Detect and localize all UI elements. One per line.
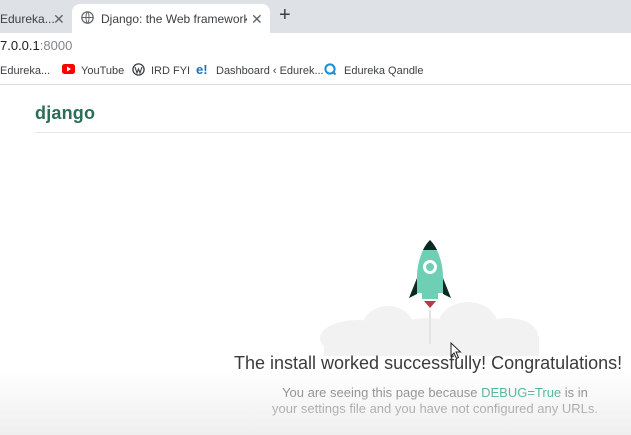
bookmark-youtube[interactable]: YouTube bbox=[81, 65, 124, 77]
svg-text:e!: e! bbox=[196, 63, 208, 76]
url-port: :8000 bbox=[39, 38, 73, 53]
tab-close-icon[interactable]: ✕ bbox=[53, 12, 65, 26]
rocket-illustration bbox=[320, 240, 539, 356]
url-host: 7.0.0.1 bbox=[0, 38, 40, 53]
django-logo[interactable]: django bbox=[35, 103, 95, 124]
new-tab-button[interactable]: + bbox=[279, 5, 291, 25]
tab-close-icon[interactable]: ✕ bbox=[251, 12, 263, 26]
bookmark-edureka[interactable]: Edureka... bbox=[0, 65, 50, 77]
tab-strip: Edureka... ✕ Django: the Web framework f… bbox=[0, 0, 631, 33]
bookmarks-bar: Edureka... YouTube IRD FYI e! Dashboard … bbox=[0, 59, 631, 85]
success-headline: The install worked successfully! Congrat… bbox=[234, 353, 623, 373]
edureka-e-icon: e! bbox=[196, 63, 208, 76]
youtube-icon bbox=[62, 64, 75, 74]
tab-title: Django: the Web framework for p bbox=[101, 12, 247, 26]
rocket-icon bbox=[409, 240, 451, 308]
debug-explanation: You are seeing this page because DEBUG=T… bbox=[270, 385, 600, 417]
tab-inactive[interactable]: Edureka... ✕ bbox=[0, 4, 72, 33]
bookmark-dashboard[interactable]: Dashboard ‹ Edurek... bbox=[216, 65, 324, 77]
django-welcome-page: django The install worked successfully! … bbox=[0, 86, 631, 435]
url-text[interactable]: 7.0.0.1:8000 bbox=[0, 38, 72, 53]
qandle-q-icon bbox=[324, 63, 337, 76]
subtext-before: You are seeing this page because bbox=[282, 385, 482, 400]
mouse-cursor-icon bbox=[450, 342, 462, 360]
header-divider bbox=[35, 132, 631, 133]
bookmark-qandle[interactable]: Edureka Qandle bbox=[344, 65, 424, 77]
tab-active[interactable]: Django: the Web framework for p ✕ bbox=[72, 4, 270, 33]
tab-title: Edureka... bbox=[0, 12, 55, 26]
bookmark-ird-fyi[interactable]: IRD FYI bbox=[151, 65, 190, 77]
debug-setting-link[interactable]: DEBUG=True bbox=[481, 385, 561, 400]
wordpress-icon bbox=[132, 63, 145, 76]
address-bar[interactable]: 7.0.0.1:8000 bbox=[0, 33, 631, 59]
globe-icon bbox=[81, 11, 94, 24]
